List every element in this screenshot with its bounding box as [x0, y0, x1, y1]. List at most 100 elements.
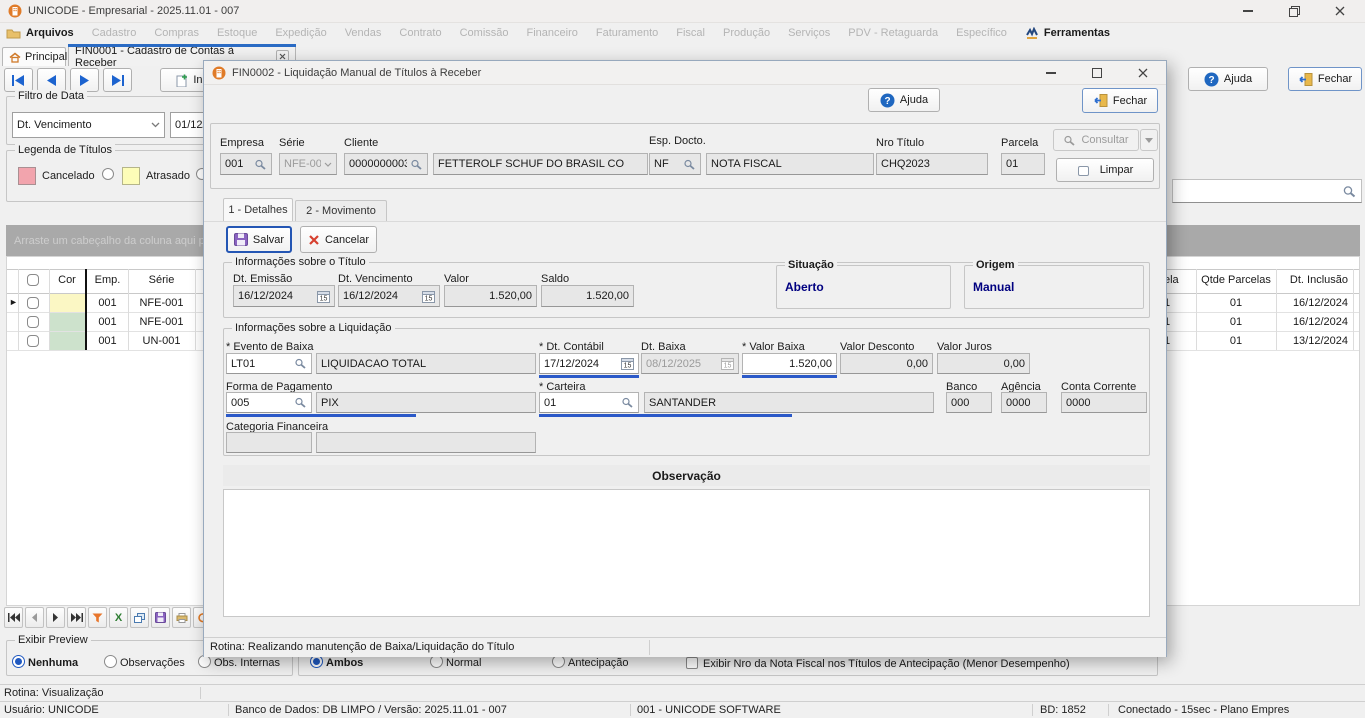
legend-cancelado-checkbox[interactable] — [102, 168, 114, 180]
grid-row2-qtde[interactable]: 01 — [1196, 316, 1276, 328]
grid-header-serie[interactable]: Série — [128, 274, 195, 286]
menu-cadastro[interactable]: Cadastro — [92, 27, 137, 39]
grid-row2-checkbox[interactable] — [27, 316, 39, 328]
menu-contrato[interactable]: Contrato — [399, 27, 441, 39]
tab-principal[interactable]: Principal — [2, 47, 66, 66]
dialog-tab-movimento[interactable]: 2 - Movimento — [295, 200, 387, 221]
cancelar-button[interactable]: Cancelar — [300, 226, 377, 253]
menu-pdv-retaguarda[interactable]: PDV - Retaguarda — [848, 27, 938, 39]
dialog-titlebar[interactable]: FIN0002 - Liquidação Manual de Títulos à… — [204, 61, 1166, 85]
grid-row2-dt-inclusao[interactable]: 16/12/2024 — [1276, 316, 1348, 328]
dt-vencimento-field[interactable]: 16/12/2024 15 — [338, 285, 440, 307]
dialog-ajuda-button[interactable]: ? Ajuda — [868, 88, 940, 112]
grid-header-qtde-parcelas[interactable]: Qtde Parcelas — [1196, 274, 1276, 286]
menu-arquivos[interactable]: Arquivos — [6, 27, 74, 39]
exibir-nro-nf-checkbox[interactable] — [686, 657, 698, 669]
close-button[interactable] — [1325, 1, 1355, 21]
menu-ferramentas[interactable]: Ferramentas — [1025, 27, 1110, 40]
carteira-field[interactable]: 01 — [539, 392, 639, 413]
menu-servicos[interactable]: Serviços — [788, 27, 830, 39]
grid-prev-button[interactable] — [25, 607, 44, 628]
grid-row2-serie[interactable]: NFE-001 — [128, 316, 195, 328]
dialog-tab-detalhes[interactable]: 1 - Detalhes — [223, 198, 293, 221]
grid-search-field[interactable] — [1172, 179, 1362, 203]
grid-row3-serie[interactable]: UN-001 — [128, 335, 195, 347]
menu-vendas[interactable]: Vendas — [345, 27, 382, 39]
grid-print-button[interactable] — [172, 607, 191, 628]
limpar-button[interactable]: Limpar — [1056, 158, 1154, 182]
menu-especifico[interactable]: Específico — [956, 27, 1007, 39]
grid-next-button[interactable] — [46, 607, 65, 628]
grid-groupby-hint: Arraste um cabeçalho da coluna aqui p — [14, 235, 205, 247]
nav-prev-button[interactable] — [37, 68, 66, 92]
nav-next-button[interactable] — [70, 68, 99, 92]
nav-first-button[interactable] — [4, 68, 33, 92]
menu-comissao[interactable]: Comissão — [460, 27, 509, 39]
categoria-codigo-field[interactable] — [226, 432, 312, 453]
grid-header-emp[interactable]: Emp. — [87, 274, 128, 286]
consultar-dropdown-button[interactable] — [1140, 129, 1158, 151]
dt-contabil-calendar-icon[interactable]: 15 — [621, 357, 634, 370]
grid-row2-emp[interactable]: 001 — [87, 316, 128, 328]
main-fechar-button[interactable]: Fechar — [1288, 67, 1362, 91]
evento-baixa-lookup-icon[interactable] — [294, 358, 307, 369]
main-ajuda-button[interactable]: ? Ajuda — [1188, 67, 1268, 91]
grid-first-button[interactable] — [4, 607, 23, 628]
grid-header-dt-inclusao[interactable]: Dt. Inclusão — [1276, 274, 1348, 286]
grid-row3-checkbox[interactable] — [27, 335, 39, 347]
observacao-textarea[interactable] — [223, 489, 1150, 617]
grid-filter-button[interactable] — [88, 607, 107, 628]
empresa-field[interactable]: 001 — [220, 153, 272, 175]
menu-compras[interactable]: Compras — [154, 27, 199, 39]
grid-row3-qtde[interactable]: 01 — [1196, 335, 1276, 347]
grid-columns-button[interactable] — [130, 607, 149, 628]
dialog-close-button[interactable] — [1128, 63, 1158, 83]
consultar-button[interactable]: Consultar — [1053, 129, 1139, 151]
carteira-lookup-icon[interactable] — [621, 397, 634, 408]
grid-row1-qtde[interactable]: 01 — [1196, 297, 1276, 309]
filtro-campo-select[interactable]: Dt. Vencimento — [12, 112, 165, 138]
menu-financeiro[interactable]: Financeiro — [527, 27, 578, 39]
grid-row3-dt-inclusao[interactable]: 13/12/2024 — [1276, 335, 1348, 347]
forma-pagamento-lookup-icon[interactable] — [294, 397, 307, 408]
dialog-minimize-button[interactable] — [1036, 63, 1066, 83]
valor-baixa-field[interactable]: 1.520,00 — [742, 353, 837, 374]
dt-emissao-field[interactable]: 16/12/2024 15 — [233, 285, 335, 307]
forma-pagamento-field[interactable]: 005 — [226, 392, 312, 413]
grid-row1-dt-inclusao[interactable]: 16/12/2024 — [1276, 297, 1348, 309]
dialog-maximize-button[interactable] — [1082, 63, 1112, 83]
radio-observacoes[interactable] — [104, 655, 117, 668]
menu-faturamento[interactable]: Faturamento — [596, 27, 658, 39]
menu-fiscal[interactable]: Fiscal — [676, 27, 705, 39]
grid-last-button[interactable] — [67, 607, 86, 628]
menu-producao[interactable]: Produção — [723, 27, 770, 39]
maximize-button[interactable] — [1279, 1, 1309, 21]
esp-docto-field[interactable]: NF — [649, 153, 701, 175]
grid-row1-emp[interactable]: 001 — [87, 297, 128, 309]
dt-contabil-field[interactable]: 17/12/2024 15 — [539, 353, 639, 374]
esp-docto-lookup-icon[interactable] — [683, 159, 696, 170]
serie-select[interactable]: NFE-00 — [279, 153, 337, 175]
grid-save-layout-button[interactable] — [151, 607, 170, 628]
nro-titulo-field[interactable]: CHQ2023 — [876, 153, 988, 175]
menu-estoque[interactable]: Estoque — [217, 27, 257, 39]
grid-header-cor[interactable]: Cor — [49, 274, 85, 286]
grid-row1-checkbox[interactable] — [27, 297, 39, 309]
radio-nenhuma[interactable] — [12, 655, 25, 668]
dialog-fechar-button[interactable]: Fechar — [1082, 88, 1158, 113]
menu-expedicao[interactable]: Expedição — [275, 27, 326, 39]
parcela-field[interactable]: 01 — [1001, 153, 1045, 175]
empresa-lookup-icon[interactable] — [254, 159, 267, 170]
dt-emissao-calendar-icon[interactable]: 15 — [317, 290, 330, 303]
nav-last-button[interactable] — [103, 68, 132, 92]
dt-vencimento-calendar-icon[interactable]: 15 — [422, 290, 435, 303]
cliente-codigo-field[interactable]: 0000000003 — [344, 153, 428, 175]
cliente-lookup-icon[interactable] — [410, 159, 423, 170]
minimize-button[interactable] — [1233, 1, 1263, 21]
salvar-button[interactable]: Salvar — [226, 226, 292, 253]
grid-export-excel-button[interactable]: X — [109, 607, 128, 628]
evento-baixa-field[interactable]: LT01 — [226, 353, 312, 374]
grid-row1-serie[interactable]: NFE-001 — [128, 297, 195, 309]
grid-row3-emp[interactable]: 001 — [87, 335, 128, 347]
grid-select-all-checkbox[interactable] — [27, 274, 39, 286]
